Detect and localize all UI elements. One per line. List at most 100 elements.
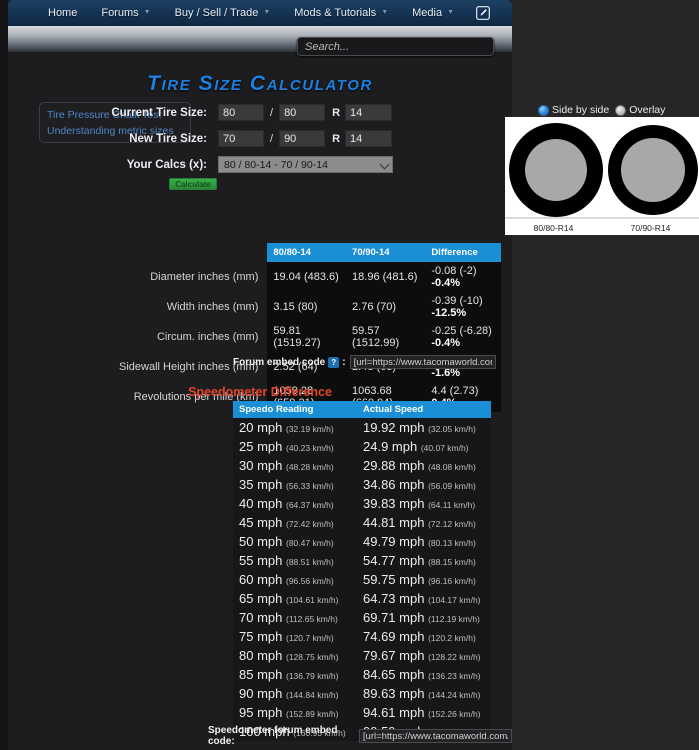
actual-speed-cell: 59.75 mph (96.16 km/h): [357, 570, 491, 589]
results-header-row: 80/80-14 70/90-14 Difference: [113, 243, 501, 262]
actual-speed-kmh: (152.26 km/h): [428, 709, 481, 719]
nav-item-forums[interactable]: Forums ▼: [89, 0, 162, 26]
speedo-reading-kmh: (72.42 km/h): [286, 519, 334, 529]
nav-label: Buy / Sell / Trade: [174, 6, 259, 19]
speedo-reading-kmh: (144.84 km/h): [286, 690, 339, 700]
speedo-reading-kmh: (80.47 km/h): [286, 538, 334, 548]
speedo-reading-kmh: (112.65 km/h): [286, 614, 338, 624]
nav-item-mods-tutorials[interactable]: Mods & Tutorials ▼: [282, 0, 400, 26]
search-input[interactable]: [305, 40, 493, 53]
table-row: 65 mph (104.61 km/h) 64.73 mph (104.17 km…: [233, 589, 491, 608]
forum-embed-colon: :: [342, 356, 346, 368]
actual-speed-kmh: (32.05 km/h): [428, 424, 476, 434]
actual-speed-cell: 64.73 mph (104.17 km/h): [357, 589, 491, 608]
your-calcs-selected-value[interactable]: 80 / 80-14 - 70 / 90-14: [218, 156, 393, 173]
results-row-label: Circum. inches (mm): [156, 331, 259, 343]
actual-speed-mph: 24.9 mph: [363, 439, 418, 454]
speedo-reading-kmh: (48.28 km/h): [286, 462, 334, 472]
table-row: 60 mph (96.56 km/h) 59.75 mph (96.16 km/h…: [233, 570, 491, 589]
forum-embed-label: Forum embed code: [233, 356, 326, 368]
actual-speed-mph: 64.73 mph: [363, 591, 425, 606]
table-row: 85 mph (136.79 km/h) 84.65 mph (136.23 km…: [233, 665, 491, 684]
actual-speed-cell: 39.83 mph (64.11 km/h): [357, 494, 491, 513]
actual-speed-kmh: (144.24 km/h): [428, 690, 481, 700]
tire-comparison-diagram: 80/80-R14 70/90-R14: [505, 117, 699, 235]
actual-speed-kmh: (128.22 km/h): [428, 652, 481, 662]
help-icon[interactable]: ?: [328, 356, 340, 368]
speedo-reading-mph: 75 mph: [239, 629, 283, 644]
actual-speed-kmh: (136.23 km/h): [428, 671, 481, 681]
results-header-new: 70/90-14: [346, 243, 426, 262]
nav-item-media[interactable]: Media ▼: [400, 0, 466, 26]
actual-speed-mph: 59.75 mph: [363, 572, 425, 587]
actual-speed-mph: 69.71 mph: [363, 610, 425, 625]
actual-speed-mph: 74.69 mph: [363, 629, 425, 644]
actual-speed-cell: 29.88 mph (48.08 km/h): [357, 456, 491, 475]
tire-diagram-svg: [505, 117, 699, 235]
speedo-reading-kmh: (88.51 km/h): [286, 557, 334, 567]
table-row: 50 mph (80.47 km/h) 49.79 mph (80.13 km/h…: [233, 532, 491, 551]
results-cell-new: 18.96 (481.6): [346, 262, 426, 292]
speedo-header-actual: Actual Speed: [357, 401, 491, 418]
speedo-reading-kmh: (136.79 km/h): [286, 671, 339, 681]
table-row: 40 mph (64.37 km/h) 39.83 mph (64.11 km/h…: [233, 494, 491, 513]
table-row: 70 mph (112.65 km/h) 69.71 mph (112.19 km…: [233, 608, 491, 627]
results-cell-current: 3.15 (80): [267, 292, 347, 322]
speedo-reading-kmh: (128.75 km/h): [286, 652, 339, 662]
speedo-reading-cell: 55 mph (88.51 km/h): [233, 551, 357, 570]
results-header-difference: Difference: [425, 243, 501, 262]
tire-diagram-captions: 80/80-R14 70/90-R14: [505, 223, 699, 233]
nav-item-buy-sell-trade[interactable]: Buy / Sell / Trade ▼: [163, 0, 283, 26]
speedo-reading-mph: 65 mph: [239, 591, 283, 606]
page-title: Tire Size Calculator: [147, 72, 373, 95]
results-cell-difference: -0.39 (-10) -12.5%: [425, 292, 501, 322]
radio-overlay[interactable]: Overlay: [615, 104, 665, 116]
actual-speed-cell: 54.77 mph (88.15 km/h): [357, 551, 491, 570]
speedo-reading-cell: 95 mph (152.89 km/h): [233, 703, 357, 722]
diff-value: -0.25 (-6.28): [431, 325, 492, 337]
results-cell-current: 19.04 (483.6): [267, 262, 347, 292]
speedometer-embed-input[interactable]: [358, 729, 512, 743]
actual-speed-cell: 34.86 mph (56.09 km/h): [357, 475, 491, 494]
speedo-reading-kmh: (40.23 km/h): [286, 443, 334, 453]
speedometer-body: 20 mph (32.19 km/h) 19.92 mph (32.05 km/h…: [233, 418, 491, 741]
diff-percent: -12.5%: [431, 307, 467, 319]
calculate-button[interactable]: Calculate: [169, 178, 217, 190]
current-width-input[interactable]: [218, 104, 264, 121]
actual-speed-kmh: (80.13 km/h): [428, 538, 476, 548]
nav-label: Media: [412, 6, 443, 19]
actual-speed-kmh: (56.09 km/h): [428, 481, 476, 491]
new-diameter-input[interactable]: [345, 130, 393, 147]
speedometer-table: Speedo Reading Actual Speed 20 mph (32.1…: [233, 401, 491, 741]
speedo-reading-mph: 95 mph: [239, 705, 283, 720]
current-tire-size-label: Current Tire Size:: [111, 106, 207, 119]
results-cell-current: 59.81 (1519.27): [267, 322, 347, 352]
tire-caption-right: 70/90-R14: [630, 223, 671, 233]
table-row: 35 mph (56.33 km/h) 34.86 mph (56.09 km/h…: [233, 475, 491, 494]
actual-speed-kmh: (112.19 km/h): [428, 614, 480, 624]
table-row: Diameter inches (mm) 19.04 (483.6) 18.96…: [113, 262, 501, 292]
speedo-reading-mph: 60 mph: [239, 572, 283, 587]
compose-icon[interactable]: [466, 6, 500, 20]
results-cell-difference: -0.08 (-2) -0.4%: [425, 262, 501, 292]
new-width-input[interactable]: [218, 130, 264, 147]
speedo-reading-mph: 35 mph: [239, 477, 283, 492]
radio-side-by-side[interactable]: Side by side: [538, 104, 609, 116]
nav-item-home[interactable]: Home: [36, 0, 89, 26]
actual-speed-cell: 79.67 mph (128.22 km/h): [357, 646, 491, 665]
your-calcs-select[interactable]: 80 / 80-14 - 70 / 90-14: [218, 156, 393, 173]
table-row: 30 mph (48.28 km/h) 29.88 mph (48.08 km/h…: [233, 456, 491, 475]
forum-embed-input[interactable]: [349, 355, 496, 369]
actual-speed-cell: 49.79 mph (80.13 km/h): [357, 532, 491, 551]
results-cell-difference: -0.25 (-6.28) -0.4%: [425, 322, 501, 352]
speedometer-section-title: Speedometer Difference: [188, 385, 332, 399]
current-ratio-input[interactable]: [279, 104, 326, 121]
chevron-down-icon: ▼: [143, 9, 151, 17]
speedo-reading-mph: 85 mph: [239, 667, 283, 682]
speedo-header-reading: Speedo Reading: [233, 401, 357, 418]
actual-speed-kmh: (40.07 km/h): [420, 443, 469, 453]
actual-speed-cell: 74.69 mph (120.2 km/h): [357, 627, 491, 646]
new-tire-size-label: New Tire Size:: [129, 132, 207, 145]
current-diameter-input[interactable]: [345, 104, 393, 121]
new-ratio-input[interactable]: [279, 130, 326, 147]
